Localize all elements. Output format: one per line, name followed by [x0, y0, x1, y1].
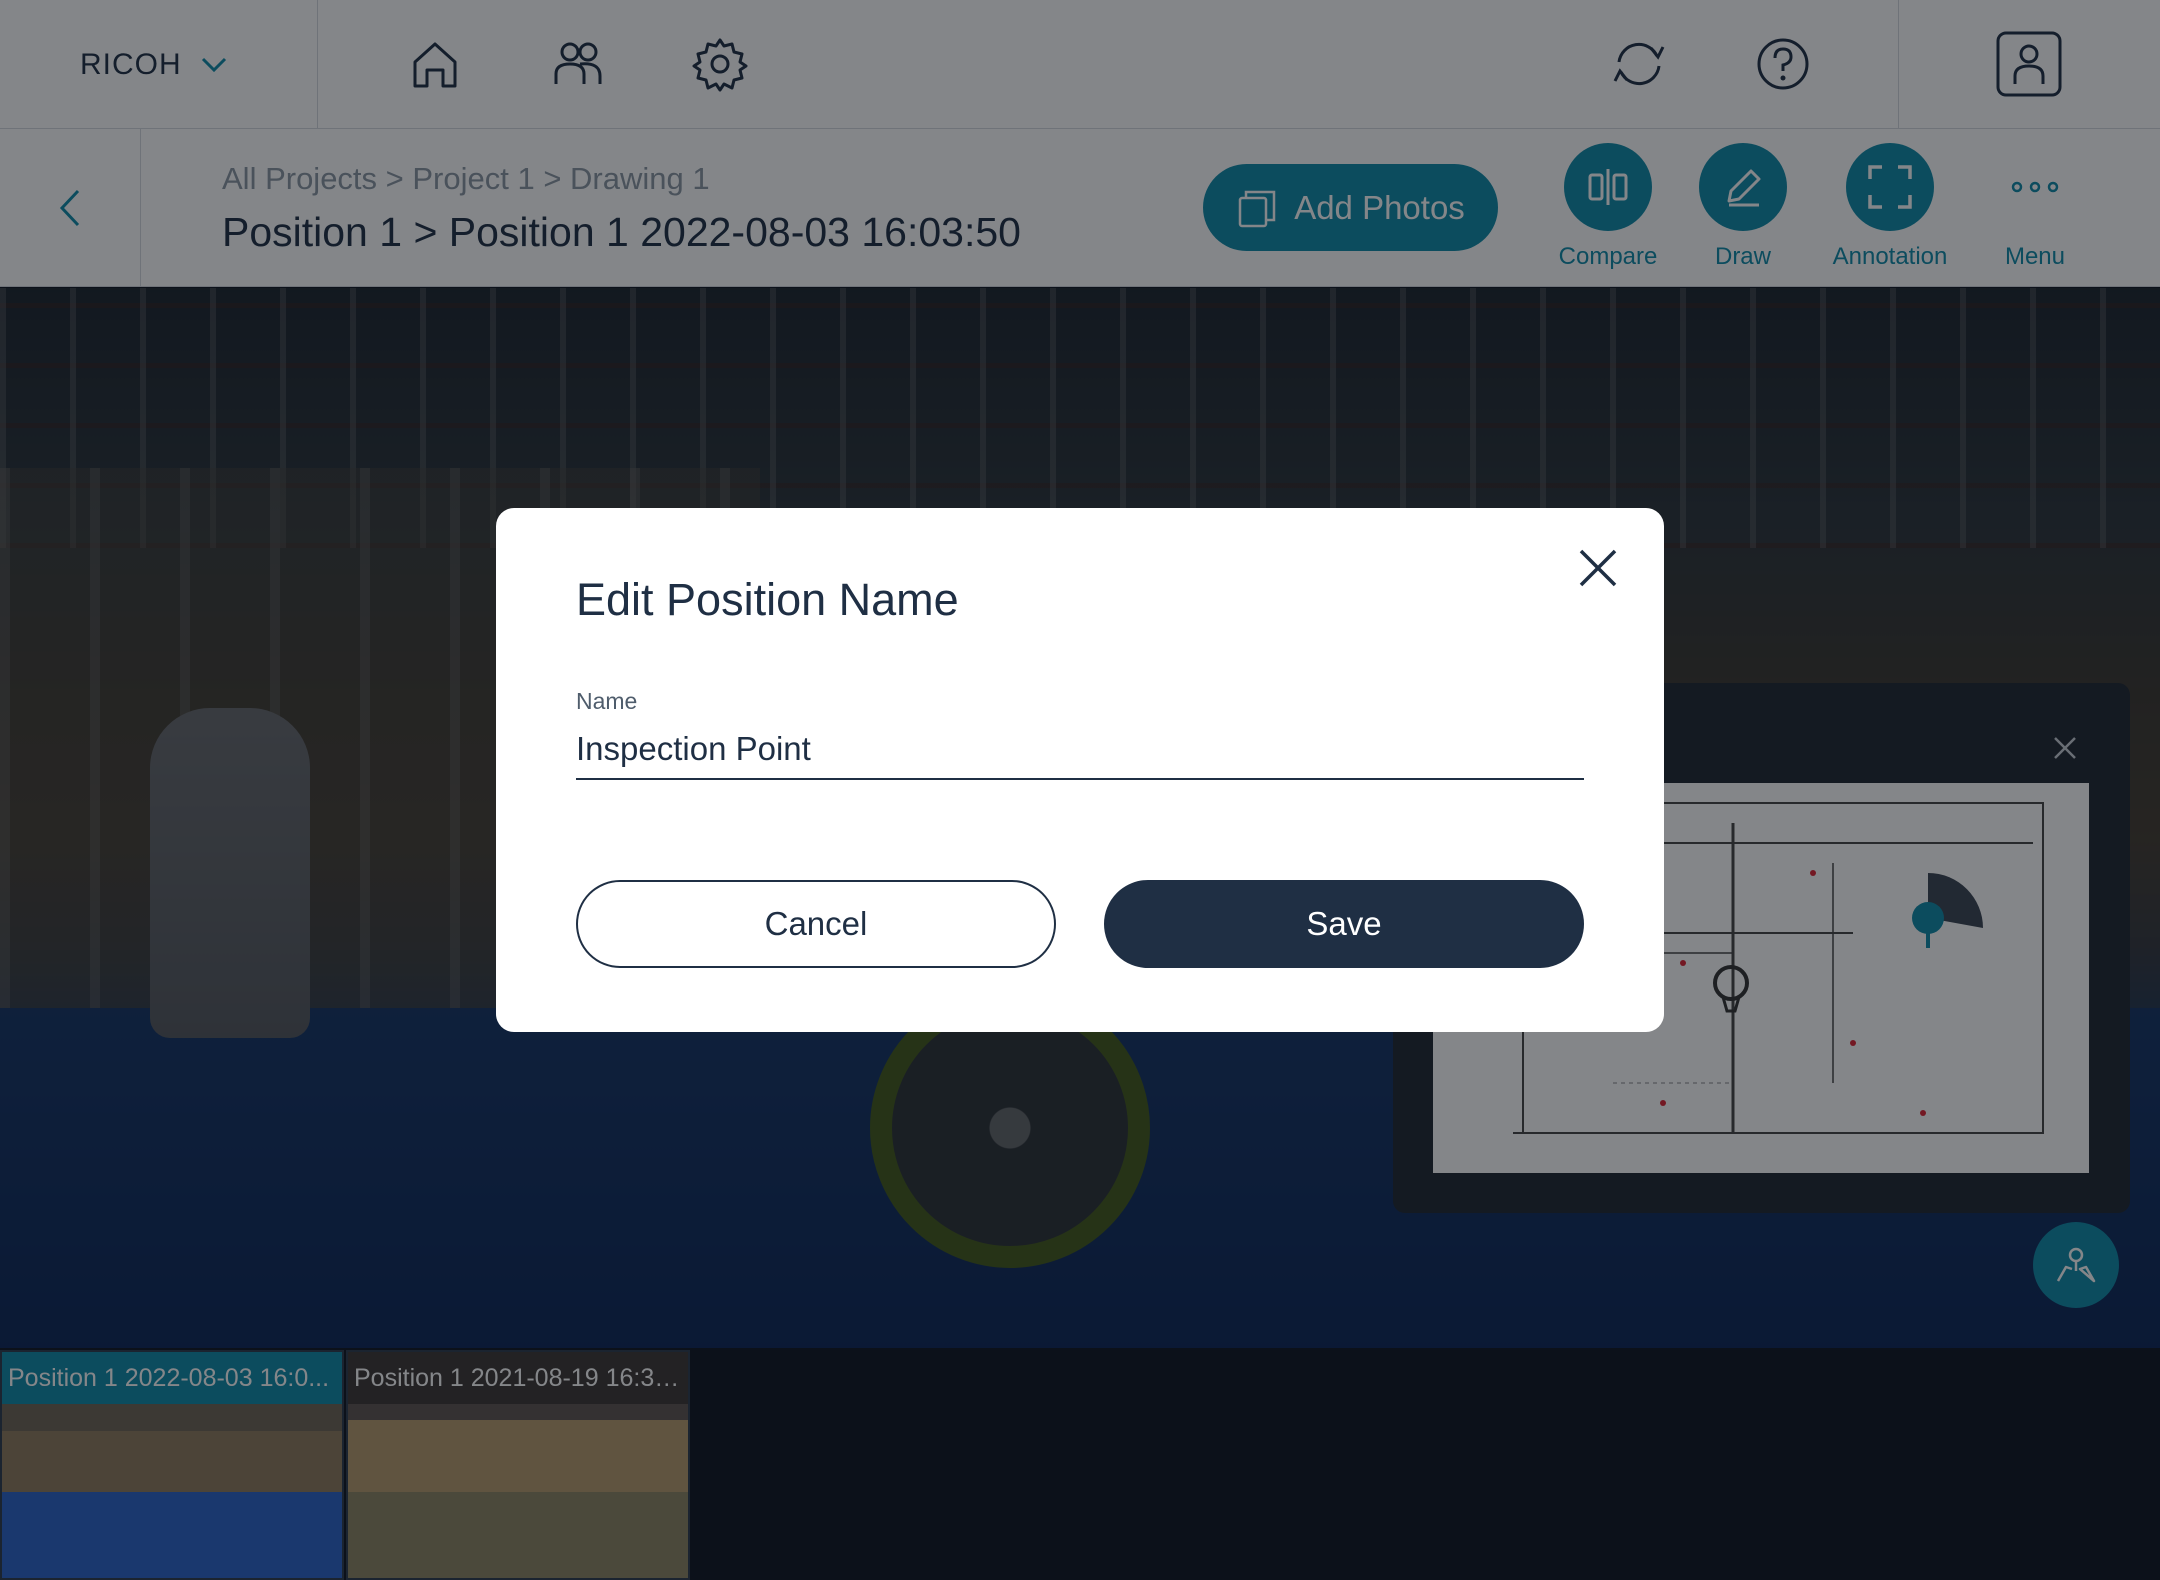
- compare-label: Compare: [1558, 243, 1658, 270]
- photo-thumbnail[interactable]: Position 1 2022-08-03 16:0...: [0, 1350, 344, 1580]
- compare-button[interactable]: Compare: [1533, 143, 1683, 271]
- dialog-title: Edit Position Name: [576, 574, 959, 625]
- close-icon: [1579, 549, 1617, 587]
- profile-icon[interactable]: [1995, 30, 2063, 98]
- more-icon: [2011, 181, 2059, 193]
- back-button[interactable]: [0, 129, 141, 287]
- chevron-down-icon: [201, 57, 226, 72]
- help-icon[interactable]: [1751, 32, 1815, 96]
- name-field-label: Name: [576, 688, 638, 714]
- photo-filmstrip: Position 1 2022-08-03 16:0... Position 1…: [0, 1348, 2160, 1580]
- sync-icon[interactable]: [1607, 32, 1671, 96]
- annotation-label: Annotation: [1832, 243, 1948, 270]
- menu-button[interactable]: Menu: [1960, 143, 2110, 271]
- photos-icon: [1238, 190, 1276, 227]
- add-photos-label: Add Photos: [1294, 188, 1465, 226]
- close-button[interactable]: [1568, 538, 1628, 598]
- draw-button[interactable]: Draw: [1668, 143, 1818, 271]
- add-photos-button[interactable]: Add Photos: [1203, 164, 1498, 251]
- edit-position-dialog: Edit Position Name Name Cancel Save: [496, 508, 1664, 1032]
- users-icon[interactable]: [546, 32, 610, 96]
- save-button[interactable]: Save: [1104, 880, 1584, 968]
- org-switcher[interactable]: RICOH: [0, 0, 318, 129]
- name-input[interactable]: [576, 720, 1584, 780]
- gear-icon[interactable]: [688, 32, 752, 96]
- page-title: Position 1 > Position 1 2022-08-03 16:03…: [222, 209, 1021, 255]
- annotation-icon: [1868, 165, 1912, 209]
- close-icon[interactable]: [2052, 735, 2078, 761]
- map-toggle-button[interactable]: [2033, 1222, 2119, 1308]
- position-header: All Projects > Project 1 > Drawing 1 Pos…: [0, 129, 2160, 287]
- divider: [1898, 0, 1899, 129]
- save-label: Save: [1306, 905, 1382, 942]
- cancel-button[interactable]: Cancel: [576, 880, 1056, 968]
- annotation-button[interactable]: Annotation: [1815, 143, 1965, 271]
- compare-icon: [1588, 169, 1628, 205]
- chevron-left-icon: [59, 189, 80, 227]
- thumbnail-caption: Position 1 2022-08-03 16:0...: [2, 1352, 342, 1404]
- top-app-bar: RICOH: [0, 0, 2160, 129]
- draw-label: Draw: [1714, 243, 1771, 270]
- cancel-label: Cancel: [764, 905, 868, 942]
- map-pin-icon: [2056, 1247, 2096, 1283]
- photo-thumbnail[interactable]: Position 1 2021-08-19 16:37...: [346, 1350, 690, 1580]
- home-icon[interactable]: [403, 32, 467, 96]
- menu-label: Menu: [2004, 243, 2066, 270]
- pencil-icon: [1727, 169, 1761, 207]
- breadcrumb[interactable]: All Projects > Project 1 > Drawing 1: [222, 161, 710, 197]
- thumbnail-caption: Position 1 2021-08-19 16:37...: [348, 1352, 688, 1404]
- org-name: RICOH: [80, 47, 182, 81]
